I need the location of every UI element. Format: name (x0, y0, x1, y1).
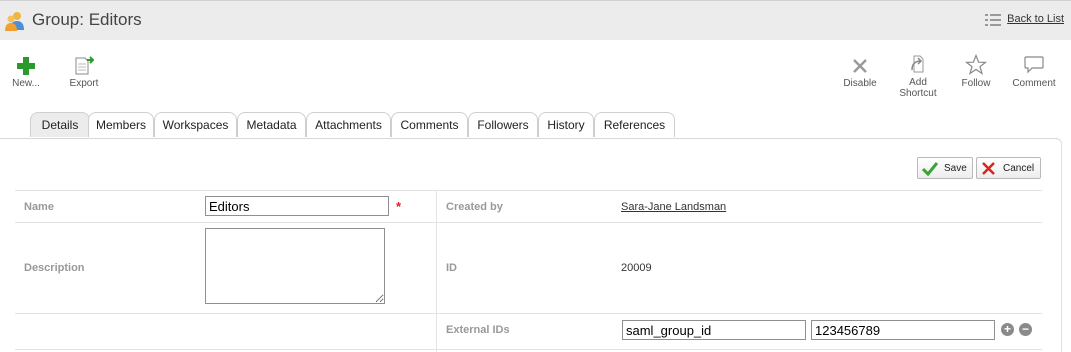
column-divider (436, 190, 437, 352)
shortcut-icon (911, 55, 924, 73)
external-id-key-input[interactable] (622, 320, 806, 340)
follow-label: Follow (961, 78, 991, 89)
row-divider (15, 190, 1042, 191)
tab-attachments[interactable]: Attachments (306, 112, 391, 137)
row-divider (15, 313, 1042, 314)
row-divider (15, 349, 1042, 350)
add-shortcut-label-2: Shortcut (899, 88, 937, 99)
add-shortcut-label-1: Add (909, 77, 927, 88)
checkmark-icon (922, 162, 938, 176)
group-icon (5, 12, 24, 31)
title-bar: Group: Editors Back to List (0, 0, 1071, 40)
external-id-value-input[interactable] (811, 320, 995, 340)
id-value: 20009 (621, 262, 652, 274)
page-title: Group: Editors (32, 10, 142, 29)
created-by-label: Created by (446, 201, 503, 213)
tab-comments[interactable]: Comments (391, 112, 468, 137)
tab-metadata[interactable]: Metadata (237, 112, 306, 137)
created-by-link[interactable]: Sara-Jane Landsman (621, 201, 726, 213)
plus-icon (17, 57, 35, 75)
save-label: Save (944, 163, 967, 174)
description-textarea[interactable] (205, 228, 385, 304)
follow-button[interactable]: Follow (957, 54, 995, 89)
external-ids-label: External IDs (446, 324, 510, 336)
star-icon (965, 54, 987, 75)
description-label: Description (24, 262, 85, 274)
cancel-label: Cancel (1003, 163, 1035, 174)
tab-details[interactable]: Details (30, 112, 90, 137)
disable-button[interactable]: Disable (840, 55, 880, 89)
remove-external-id-button[interactable]: − (1019, 323, 1032, 336)
cancel-x-icon (982, 162, 995, 175)
save-button[interactable]: Save (917, 157, 973, 179)
export-label: Export (69, 78, 99, 89)
export-icon (75, 56, 95, 75)
name-label: Name (24, 201, 54, 213)
new-button[interactable]: New... (8, 56, 44, 89)
id-label: ID (446, 262, 457, 274)
comment-icon (1024, 56, 1044, 74)
add-shortcut-button[interactable]: Add Shortcut (897, 53, 939, 99)
tab-references[interactable]: References (594, 112, 675, 137)
export-button[interactable]: Export (66, 55, 102, 89)
cancel-button[interactable]: Cancel (976, 157, 1041, 179)
tab-workspaces[interactable]: Workspaces (154, 112, 237, 137)
required-indicator: * (396, 199, 402, 214)
tab-members[interactable]: Members (88, 112, 154, 137)
back-to-list-link[interactable]: Back to List (1007, 13, 1064, 25)
add-external-id-button[interactable]: + (1001, 323, 1014, 336)
tab-followers[interactable]: Followers (468, 112, 538, 137)
name-input[interactable] (205, 196, 389, 216)
row-divider (15, 222, 1042, 223)
close-icon (853, 59, 867, 73)
comment-button[interactable]: Comment (1011, 54, 1057, 89)
disable-label: Disable (843, 78, 877, 89)
new-label: New... (12, 78, 40, 89)
tab-history[interactable]: History (538, 112, 594, 137)
comment-label: Comment (1012, 78, 1056, 89)
list-icon[interactable] (985, 13, 1001, 27)
